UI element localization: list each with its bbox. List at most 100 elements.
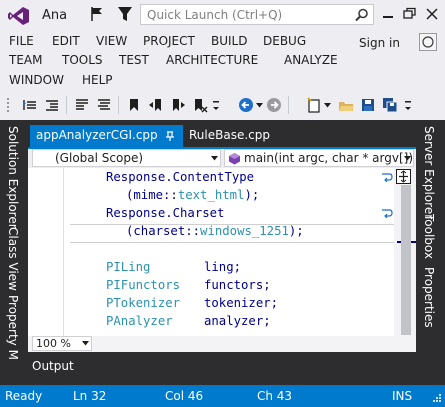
solution-explorer-tab[interactable]: Solution Explorer (6, 126, 20, 229)
menu-build[interactable]: BUILD (211, 34, 247, 48)
menu-project[interactable]: PROJECT (143, 34, 195, 48)
menu-tools[interactable]: TOOLS (62, 53, 103, 67)
split-window-button[interactable] (396, 169, 411, 184)
code-token: PTokenizer (106, 296, 181, 310)
navigate-forward-icon[interactable] (266, 97, 282, 113)
property-manager-tab[interactable]: Property M (6, 295, 20, 360)
status-column: Col 46 (165, 389, 204, 403)
code-token: ); (244, 188, 260, 202)
clear-bookmarks-icon[interactable] (192, 97, 208, 113)
menu-file[interactable]: FILE (9, 34, 34, 48)
sign-in-link[interactable]: Sign in (359, 36, 400, 50)
outdent-icon[interactable] (44, 97, 60, 113)
toolbar-separator (288, 96, 289, 114)
function-icon (229, 153, 240, 165)
menu-edit[interactable]: EDIT (52, 34, 80, 48)
output-tab[interactable]: Output (32, 359, 74, 373)
indent-guide (63, 168, 64, 336)
pin-icon[interactable] (163, 129, 177, 143)
resize-grip-icon[interactable] (430, 393, 442, 405)
tab-rulebase[interactable]: RuleBase.cpp (189, 128, 270, 142)
toolbar-separator (118, 96, 119, 114)
minimize-icon[interactable] (378, 5, 398, 23)
toolbar-overflow-icon[interactable] (212, 99, 220, 111)
server-explorer-tab[interactable]: Server Explorer (422, 126, 436, 219)
menu-window[interactable]: WINDOW (9, 73, 64, 87)
code-token: ling; (204, 260, 242, 274)
menu-help[interactable]: HELP (82, 73, 113, 87)
word-wrap-glyph-icon (382, 209, 393, 218)
new-project-dropdown-icon[interactable] (324, 103, 331, 108)
scroll-thumb[interactable] (401, 185, 411, 335)
vertical-scrollbar[interactable] (394, 168, 416, 336)
save-all-icon[interactable] (382, 97, 398, 113)
member-value: main(int argc, char * argv[]) (244, 151, 414, 165)
toolbox-tab[interactable]: Toolbox (422, 214, 436, 259)
indent-icon[interactable] (22, 97, 38, 113)
code-token: (mime:: (126, 188, 178, 202)
scope-value: (Global Scope) (55, 151, 144, 165)
status-character: Ch 43 (257, 389, 293, 403)
code-line: (charset::windows_1251); (126, 224, 304, 238)
open-file-icon[interactable] (338, 97, 354, 113)
code-token: PILing (106, 260, 151, 274)
quick-launch-placeholder: Quick Launch (Ctrl+Q) (147, 8, 283, 22)
close-icon[interactable] (422, 5, 442, 23)
chevron-down-icon (404, 156, 411, 161)
menu-test[interactable]: TEST (119, 53, 149, 67)
code-editor[interactable]: Response.ContentType (mime::text_html); … (28, 168, 394, 336)
word-wrap-glyph-icon (382, 173, 393, 182)
feedback-flag-icon[interactable] (90, 6, 104, 22)
toolbar-grip-icon[interactable] (6, 96, 12, 114)
menu-view[interactable]: VIEW (96, 34, 127, 48)
menu-architecture[interactable]: ARCHITECTURE (166, 53, 258, 67)
feedback-button[interactable] (419, 33, 437, 51)
window-title: Ana (42, 8, 68, 23)
chevron-down-icon (211, 156, 218, 161)
previous-bookmark-icon[interactable] (148, 97, 164, 113)
restore-icon[interactable] (400, 5, 420, 23)
split-icon (399, 170, 408, 183)
navigate-back-icon[interactable] (238, 97, 254, 113)
tab-appanalyzercgi[interactable]: appAnalyzerCGI.cpp (30, 125, 183, 147)
properties-tab[interactable]: Properties (422, 267, 436, 328)
code-token: analyzer; (204, 314, 271, 328)
scope-dropdown[interactable]: (Global Scope) (32, 149, 221, 167)
class-view-tab[interactable]: Class View (6, 227, 20, 291)
code-token: text_html (177, 188, 245, 202)
quick-launch-input[interactable]: Quick Launch (Ctrl+Q) (140, 4, 374, 25)
code-token: functors; (204, 278, 271, 292)
tab-label: appAnalyzerCGI.cpp (36, 128, 158, 142)
code-token: PIFunctors (106, 278, 181, 292)
visual-studio-logo-icon (8, 7, 29, 25)
status-bar: Ready Ln 32 Col 46 Ch 43 INS (0, 385, 445, 407)
code-line: PILing ling; (106, 260, 241, 274)
next-bookmark-icon[interactable] (170, 97, 186, 113)
code-line: Response.ContentType (106, 170, 255, 184)
status-insert-mode: INS (392, 389, 413, 403)
save-icon[interactable] (360, 97, 376, 113)
toolbar-separator (66, 96, 67, 114)
zoom-dropdown[interactable]: 100 % (32, 336, 92, 351)
comment-icon[interactable] (74, 97, 90, 113)
code-line: Response.Charset (106, 206, 225, 220)
code-token: windows_1251 (200, 224, 289, 238)
smiley-icon (422, 36, 434, 48)
menu-team[interactable]: TEAM (9, 53, 42, 67)
menu-debug[interactable]: DEBUG (263, 34, 306, 48)
code-token: tokenizer; (204, 296, 279, 310)
code-token: (charset:: (126, 224, 201, 238)
new-project-icon[interactable] (306, 97, 322, 113)
bookmark-icon[interactable] (126, 97, 142, 113)
status-line: Ln 32 (73, 389, 107, 403)
code-line: PTokenizer tokenizer; (106, 296, 278, 310)
menu-analyze[interactable]: ANALYZE (284, 53, 338, 67)
uncomment-icon[interactable] (96, 97, 112, 113)
notifications-filter-icon[interactable] (117, 5, 133, 23)
code-token: PAnalyzer (106, 314, 173, 328)
status-ready: Ready (5, 389, 43, 403)
toolbar-overflow-icon[interactable] (404, 99, 412, 111)
navigate-back-dropdown-icon[interactable] (256, 103, 263, 108)
code-line: (mime::text_html); (126, 188, 259, 202)
member-dropdown[interactable]: main(int argc, char * argv[]) (224, 149, 414, 167)
